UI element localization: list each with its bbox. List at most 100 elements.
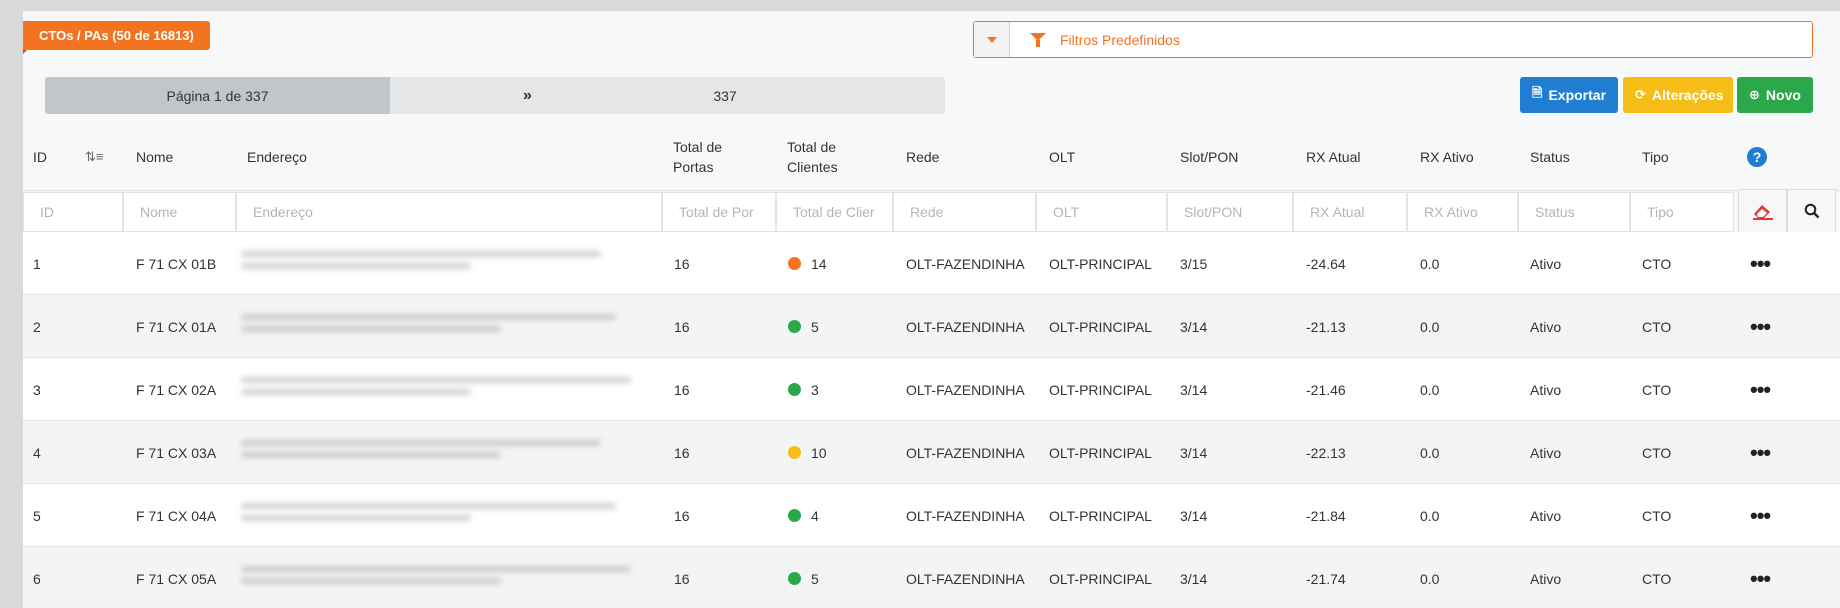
pagination-last-button[interactable]: 337 (665, 88, 785, 104)
filter-input-status[interactable]: Status (1518, 192, 1630, 232)
cell-tipo: CTO (1642, 421, 1671, 484)
column-header-olt[interactable]: OLT (1049, 123, 1075, 191)
table-row[interactable]: 5 F 71 CX 04A 16 4 OLT-FAZENDINHA OLT-PRINCIP… (23, 484, 1840, 547)
cell-nome-value: F 71 CX 01A (136, 318, 217, 335)
cell-nome: F 71 CX 02A (136, 358, 216, 421)
help-button[interactable]: ? (1747, 123, 1767, 191)
row-actions-menu[interactable]: ••• (1750, 484, 1771, 547)
cell-total-portas-value: 16 (674, 255, 690, 272)
cell-id: 5 (33, 484, 41, 547)
filter-input-rx-atual[interactable]: RX Atual (1293, 192, 1407, 232)
row-actions-menu[interactable]: ••• (1750, 421, 1771, 484)
changes-button[interactable]: ⟳ Alterações (1623, 77, 1733, 113)
cell-status-value: Ativo (1530, 507, 1562, 524)
filter-input-slot-pon[interactable]: Slot/PON (1167, 192, 1293, 232)
cell-slot-pon: 3/15 (1180, 232, 1207, 295)
filter-input-rede[interactable]: Rede (893, 192, 1036, 232)
cell-tipo-value: CTO (1642, 381, 1672, 398)
cell-rx-ativo-value: 0.0 (1420, 444, 1440, 461)
clear-filters-button[interactable] (1738, 189, 1787, 233)
cell-nome-value: F 71 CX 05A (136, 570, 217, 587)
table-row[interactable]: 6 F 71 CX 05A 16 5 OLT-FAZENDINHA OLT-PRINCIP… (23, 547, 1840, 608)
cell-rx-atual-value: -21.13 (1306, 318, 1346, 335)
ribbon-fold (23, 50, 27, 61)
filter-input-total-portas[interactable]: Total de Por (662, 192, 776, 232)
row-actions-menu[interactable]: ••• (1750, 295, 1771, 358)
column-header-total-portas[interactable]: Total de Portas (673, 123, 722, 191)
filter-input-rx-ativo[interactable]: RX Ativo (1407, 192, 1518, 232)
cell-total-clientes-value: 3 (811, 381, 819, 398)
page-title: CTOs / PAs (50 de 16813) (23, 21, 210, 50)
cell-rx-ativo-value: 0.0 (1420, 570, 1440, 587)
column-filters: ID Nome Endereço Total de Por Total de C… (23, 189, 1840, 233)
cell-status: Ativo (1530, 358, 1561, 421)
cell-slot-pon-value: 3/14 (1180, 570, 1208, 587)
cell-tipo: CTO (1642, 295, 1671, 358)
column-header-id[interactable]: ID (33, 123, 47, 191)
cell-slot-pon: 3/14 (1180, 421, 1207, 484)
column-header-rede[interactable]: Rede (906, 123, 939, 191)
cell-status: Ativo (1530, 232, 1561, 295)
row-actions-menu[interactable]: ••• (1750, 232, 1771, 295)
table-row[interactable]: 4 F 71 CX 03A 16 10 OLT-FAZENDINHA OLT-PRINCI… (23, 421, 1840, 484)
eraser-icon (1752, 205, 1773, 220)
cell-total-clientes-value: 14 (811, 255, 827, 272)
search-button[interactable] (1787, 189, 1836, 233)
cell-rx-ativo-value: 0.0 (1420, 255, 1440, 272)
sort-icon[interactable]: ⇅≡ (85, 123, 103, 191)
status-dot (788, 572, 801, 585)
table-row[interactable]: 2 F 71 CX 01A 16 5 OLT-FAZENDINHA OLT-PRINCIP… (23, 295, 1840, 358)
table-row[interactable]: 3 F 71 CX 02A 16 3 OLT-FAZENDINHA OLT-PRINCIP… (23, 358, 1840, 421)
filter-input-total-clientes[interactable]: Total de Clier (776, 192, 893, 232)
cell-id: 4 (33, 421, 41, 484)
pagination-next-button[interactable]: » (390, 87, 665, 105)
cell-endereco-redacted (241, 310, 641, 344)
row-actions-menu[interactable]: ••• (1750, 547, 1771, 608)
cell-olt-value: OLT-PRINCIPAL (1049, 570, 1152, 587)
column-header-tipo[interactable]: Tipo (1642, 123, 1669, 191)
column-header-rx-ativo[interactable]: RX Ativo (1420, 123, 1474, 191)
cell-total-clientes: 5 (788, 295, 819, 358)
filter-input-nome[interactable]: Nome (123, 192, 236, 232)
export-button[interactable]: 🗎 Exportar (1520, 77, 1618, 113)
cell-total-portas-value: 16 (674, 507, 690, 524)
export-label: Exportar (1548, 87, 1607, 103)
cell-total-clientes: 3 (788, 358, 819, 421)
column-header-total-clientes[interactable]: Total de Clientes (787, 123, 838, 191)
plus-circle-icon: ⊕ (1749, 87, 1760, 102)
cell-total-clientes: 14 (788, 232, 827, 295)
filter-input-endereco[interactable]: Endereço (236, 192, 662, 232)
cell-olt-value: OLT-PRINCIPAL (1049, 507, 1152, 524)
cell-total-portas-value: 16 (674, 444, 690, 461)
cell-status: Ativo (1530, 547, 1561, 608)
column-header-status[interactable]: Status (1530, 123, 1570, 191)
table-row[interactable]: 1 F 71 CX 01B 16 14 OLT-FAZENDINHA OLT-PRINCI… (23, 232, 1840, 295)
filter-dropdown-toggle[interactable] (974, 22, 1010, 57)
predefined-filters[interactable]: Filtros Predefinidos (973, 21, 1813, 58)
cell-tipo: CTO (1642, 358, 1671, 421)
cell-rx-atual-value: -22.13 (1306, 444, 1346, 461)
cell-slot-pon-value: 3/15 (1180, 255, 1208, 272)
cell-nome-value: F 71 CX 03A (136, 444, 217, 461)
column-header-rx-atual[interactable]: RX Atual (1306, 123, 1360, 191)
new-button[interactable]: ⊕ Novo (1737, 77, 1813, 113)
filter-input-olt[interactable]: OLT (1036, 192, 1167, 232)
column-header-nome[interactable]: Nome (136, 123, 173, 191)
filter-input-tipo[interactable]: Tipo (1630, 192, 1734, 232)
cell-slot-pon-value: 3/14 (1180, 381, 1208, 398)
table-header: ID ⇅≡ Nome Endereço Total de Portas Total… (23, 123, 1840, 191)
row-actions-menu[interactable]: ••• (1750, 358, 1771, 421)
cell-rede-value: OLT-FAZENDINHA (906, 444, 1025, 461)
filter-input-id[interactable]: ID (23, 192, 123, 232)
status-dot (788, 509, 801, 522)
column-label: Slot/PON (1180, 149, 1239, 165)
cell-total-portas: 16 (674, 484, 690, 547)
cell-id-value: 6 (33, 570, 41, 587)
cell-olt: OLT-PRINCIPAL (1049, 358, 1152, 421)
filter-label: Filtros Predefinidos (1060, 31, 1180, 48)
cell-rede: OLT-FAZENDINHA (906, 547, 1025, 608)
column-label: Rede (906, 149, 940, 165)
column-header-slot-pon[interactable]: Slot/PON (1180, 123, 1238, 191)
cell-status-value: Ativo (1530, 255, 1562, 272)
column-header-endereco[interactable]: Endereço (247, 123, 307, 191)
